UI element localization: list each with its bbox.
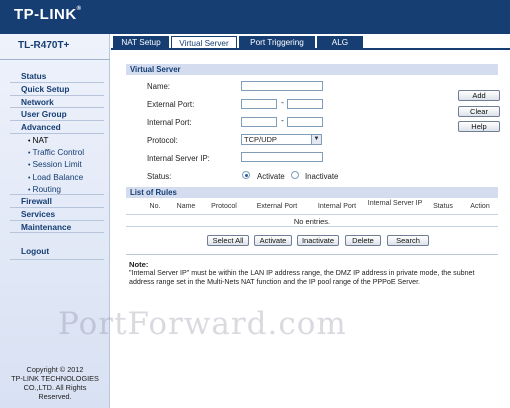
external-port-label: External Port: — [147, 100, 195, 109]
bullet-icon: • — [28, 137, 31, 145]
sidebar-item-firewall[interactable]: Firewall — [10, 195, 104, 208]
note-title: Note: — [129, 260, 149, 269]
copyright-line: Copyright © 2012 — [26, 365, 84, 374]
column-action: Action — [470, 203, 490, 210]
main-content: Virtual Server Name: External Port: - In… — [111, 50, 510, 408]
rules-empty-message: No entries. — [126, 216, 498, 227]
logo-registered-mark: ® — [76, 6, 82, 12]
search-button[interactable]: Search — [387, 235, 429, 246]
sidebar-menu: Status Quick Setup Network User Group Ad… — [10, 70, 104, 234]
column-external-port: External Port — [256, 203, 298, 210]
bullet-icon: • — [28, 162, 31, 170]
internal-server-ip-label: Internal Server IP: — [147, 154, 210, 163]
sidebar-subitem-routing[interactable]: • Routing — [10, 183, 104, 195]
list-of-rules-header: List of Rules — [126, 187, 498, 198]
column-no: No. — [149, 203, 161, 210]
sidebar: TL-R470T+ Status Quick Setup Network Use… — [0, 34, 110, 408]
subitem-label: Session Limit — [32, 159, 82, 170]
sidebar-item-network[interactable]: Network — [10, 96, 104, 109]
range-dash: - — [281, 116, 284, 125]
internal-port-label: Internal Port: — [147, 118, 192, 127]
note-text: "Internal Server IP" must be within the … — [129, 269, 475, 286]
column-internal-server-ip: Internal Server IP — [367, 200, 423, 207]
sidebar-subitem-nat[interactable]: • NAT — [10, 134, 104, 146]
top-banner: TP-LINK® — [0, 0, 510, 34]
sidebar-subitem-session-limit[interactable]: • Session Limit — [10, 158, 104, 170]
column-internal-port: Internal Port — [317, 203, 357, 210]
sidebar-subitem-traffic-control[interactable]: • Traffic Control — [10, 146, 104, 158]
subitem-label: Routing — [32, 183, 62, 194]
column-name: Name — [176, 203, 196, 210]
add-button[interactable]: Add — [458, 90, 500, 101]
name-input[interactable] — [241, 81, 323, 91]
rules-table-header: No. Name Protocol External Port Internal… — [126, 199, 498, 215]
protocol-select[interactable]: TCP/UDP ▼ — [241, 134, 322, 145]
bullet-icon: • — [28, 174, 31, 182]
activate-radio-label: Activate — [257, 172, 285, 181]
portforward-watermark: PortForward.com — [58, 306, 347, 342]
internal-port-end-input[interactable] — [287, 117, 323, 127]
bullet-icon: • — [28, 150, 31, 158]
sidebar-item-maintenance[interactable]: Maintenance — [10, 221, 104, 234]
help-button[interactable]: Help — [458, 121, 500, 132]
inactivate-radio[interactable] — [291, 171, 299, 179]
model-name: TL-R470T+ — [18, 40, 70, 51]
column-protocol: Protocol — [211, 203, 237, 210]
clear-button[interactable]: Clear — [458, 106, 500, 117]
copyright-text: Copyright © 2012 TP-LINK TECHNOLOGIES CO… — [0, 365, 110, 401]
inactivate-radio-label: Inactivate — [305, 172, 339, 181]
subitem-label: Traffic Control — [32, 147, 85, 158]
note-separator — [126, 254, 498, 255]
inactivate-button[interactable]: Inactivate — [297, 235, 339, 246]
external-port-end-input[interactable] — [287, 99, 323, 109]
sidebar-subitem-load-balance[interactable]: • Load Balance — [10, 171, 104, 183]
internal-server-ip-input[interactable] — [241, 152, 323, 162]
model-divider — [0, 59, 110, 60]
copyright-line: Reserved. — [38, 392, 72, 401]
copyright-line: CO.,LTD. All Rights — [23, 383, 87, 392]
virtual-server-header: Virtual Server — [126, 64, 498, 75]
activate-button[interactable]: Activate — [254, 235, 292, 246]
external-port-start-input[interactable] — [241, 99, 277, 109]
activate-radio[interactable] — [242, 171, 250, 179]
protocol-label: Protocol: — [147, 136, 178, 145]
status-label: Status: — [147, 172, 172, 181]
internal-port-start-input[interactable] — [241, 117, 277, 127]
sidebar-item-quick-setup[interactable]: Quick Setup — [10, 83, 104, 96]
name-label: Name: — [147, 82, 170, 91]
sidebar-item-user-group[interactable]: User Group — [10, 108, 104, 122]
logo-text: TP-LINK — [14, 6, 77, 23]
delete-button[interactable]: Delete — [345, 235, 381, 246]
logout-divider — [10, 259, 104, 260]
subitem-label: NAT — [32, 134, 49, 145]
protocol-selected-value: TCP/UDP — [244, 135, 277, 144]
sidebar-item-status[interactable]: Status — [10, 70, 104, 83]
select-all-button[interactable]: Select All — [207, 235, 249, 246]
subitem-label: Load Balance — [32, 171, 84, 182]
sidebar-item-services[interactable]: Services — [10, 208, 104, 221]
bullet-icon: • — [28, 186, 31, 194]
copyright-line: TP-LINK TECHNOLOGIES — [11, 374, 99, 383]
range-dash: - — [281, 98, 284, 107]
tp-link-logo: TP-LINK® — [14, 6, 82, 23]
column-status: Status — [433, 203, 453, 210]
tab-bar: NAT Setup Virtual Server Port Triggering… — [111, 34, 510, 49]
logout-link[interactable]: Logout — [21, 246, 49, 256]
sidebar-item-advanced[interactable]: Advanced — [10, 121, 104, 134]
chevron-down-icon: ▼ — [311, 135, 321, 144]
